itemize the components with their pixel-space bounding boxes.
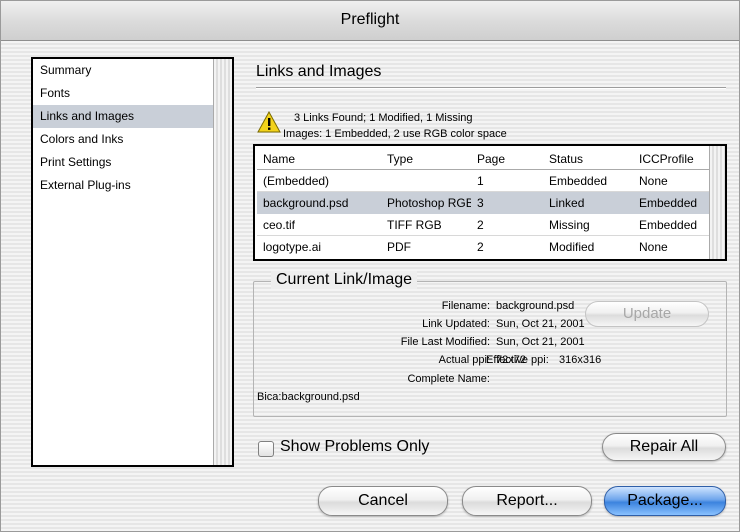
- cell-name: (Embedded): [263, 173, 330, 188]
- update-button[interactable]: Update: [585, 301, 709, 327]
- cell-page: 2: [477, 217, 484, 232]
- link-updated-value: Sun, Oct 21, 2001: [496, 318, 585, 330]
- repair-all-button[interactable]: Repair All: [602, 433, 726, 461]
- images-summary: Images: 1 Embedded, 2 use RGB color spac…: [283, 128, 507, 140]
- cell-name: background.psd: [263, 196, 349, 210]
- table-scrollbar[interactable]: [709, 146, 725, 259]
- column-header-type[interactable]: Type: [381, 152, 471, 166]
- cell-page: 2: [477, 240, 484, 254]
- filename-value: background.psd: [496, 300, 575, 312]
- cell-iccprofile: Embedded: [639, 217, 698, 232]
- sidebar-item-print-settings[interactable]: Print Settings: [33, 151, 213, 174]
- column-header-iccprofile[interactable]: ICCProfile: [633, 152, 709, 166]
- cell-name: logotype.ai: [263, 240, 322, 254]
- sidebar-item-colors-and-inks[interactable]: Colors and Inks: [33, 128, 213, 151]
- cell-type: Photoshop RGB: [387, 196, 471, 210]
- file-modified-value: Sun, Oct 21, 2001: [496, 336, 585, 348]
- cell-name: ceo.tif: [263, 217, 296, 232]
- cell-page: 3: [477, 196, 484, 210]
- table-row[interactable]: ceo.tif TIFF RGB 2 Missing Embedded: [257, 214, 709, 236]
- window-title: Preflight: [1, 1, 739, 41]
- sidebar-item-links-and-images[interactable]: Links and Images: [33, 105, 213, 128]
- actual-ppi-label: Actual ppi:: [438, 354, 490, 366]
- sidebar-scrollbar[interactable]: [213, 59, 232, 465]
- cell-status: Linked: [549, 196, 585, 210]
- filename-label: Filename:: [441, 300, 490, 312]
- section-divider: [256, 87, 726, 89]
- cell-status: Missing: [549, 217, 590, 232]
- category-list: Summary Fonts Links and Images Colors an…: [31, 57, 234, 467]
- show-problems-checkbox[interactable]: [258, 441, 274, 457]
- table-row[interactable]: logotype.ai PDF 2 Modified None: [257, 236, 709, 258]
- preflight-window: Preflight Summary Fonts Links and Images…: [0, 0, 740, 532]
- file-modified-label: File Last Modified:: [400, 336, 490, 348]
- complete-name-label: Complete Name:: [407, 373, 490, 385]
- section-title: Links and Images: [256, 63, 382, 80]
- table-row[interactable]: (Embedded) 1 Embedded None: [257, 170, 709, 192]
- link-updated-label: Link Updated:: [422, 318, 490, 330]
- category-list-items: Summary Fonts Links and Images Colors an…: [33, 59, 213, 465]
- show-problems-label[interactable]: Show Problems Only: [280, 438, 429, 456]
- cell-page: 1: [477, 173, 484, 188]
- package-button[interactable]: Package...: [604, 486, 726, 516]
- cell-status: Embedded: [549, 173, 608, 188]
- cell-iccprofile: Embedded: [639, 196, 698, 210]
- complete-name-value: Bica:background.psd: [257, 391, 360, 403]
- links-table: Name Type Page Status ICCProfile (Embedd…: [253, 144, 727, 261]
- column-header-page[interactable]: Page: [471, 152, 543, 166]
- sidebar-item-external-plug-ins[interactable]: External Plug-ins: [33, 174, 213, 197]
- cell-type: PDF: [387, 240, 411, 254]
- cell-iccprofile: None: [639, 240, 668, 254]
- links-summary: 3 Links Found; 1 Modified, 1 Missing: [294, 112, 473, 124]
- sidebar-item-fonts[interactable]: Fonts: [33, 82, 213, 105]
- warning-triangle-icon: [257, 111, 281, 133]
- table-header: Name Type Page Status ICCProfile: [257, 148, 709, 170]
- cell-iccprofile: None: [639, 173, 668, 188]
- cell-type: TIFF RGB: [387, 217, 442, 232]
- effective-ppi-value: 316x316: [559, 354, 602, 366]
- sidebar-item-summary[interactable]: Summary: [33, 59, 213, 82]
- column-header-name[interactable]: Name: [257, 152, 381, 166]
- cell-status: Modified: [549, 240, 595, 254]
- column-header-status[interactable]: Status: [543, 152, 633, 166]
- effective-ppi-label: Effective ppi:: [486, 354, 549, 366]
- current-link-group-title: Current Link/Image: [271, 271, 418, 289]
- report-button[interactable]: Report...: [462, 486, 592, 516]
- table-row-selected[interactable]: background.psd Photoshop RGB 3 Linked Em…: [257, 192, 709, 214]
- cancel-button[interactable]: Cancel: [318, 486, 448, 516]
